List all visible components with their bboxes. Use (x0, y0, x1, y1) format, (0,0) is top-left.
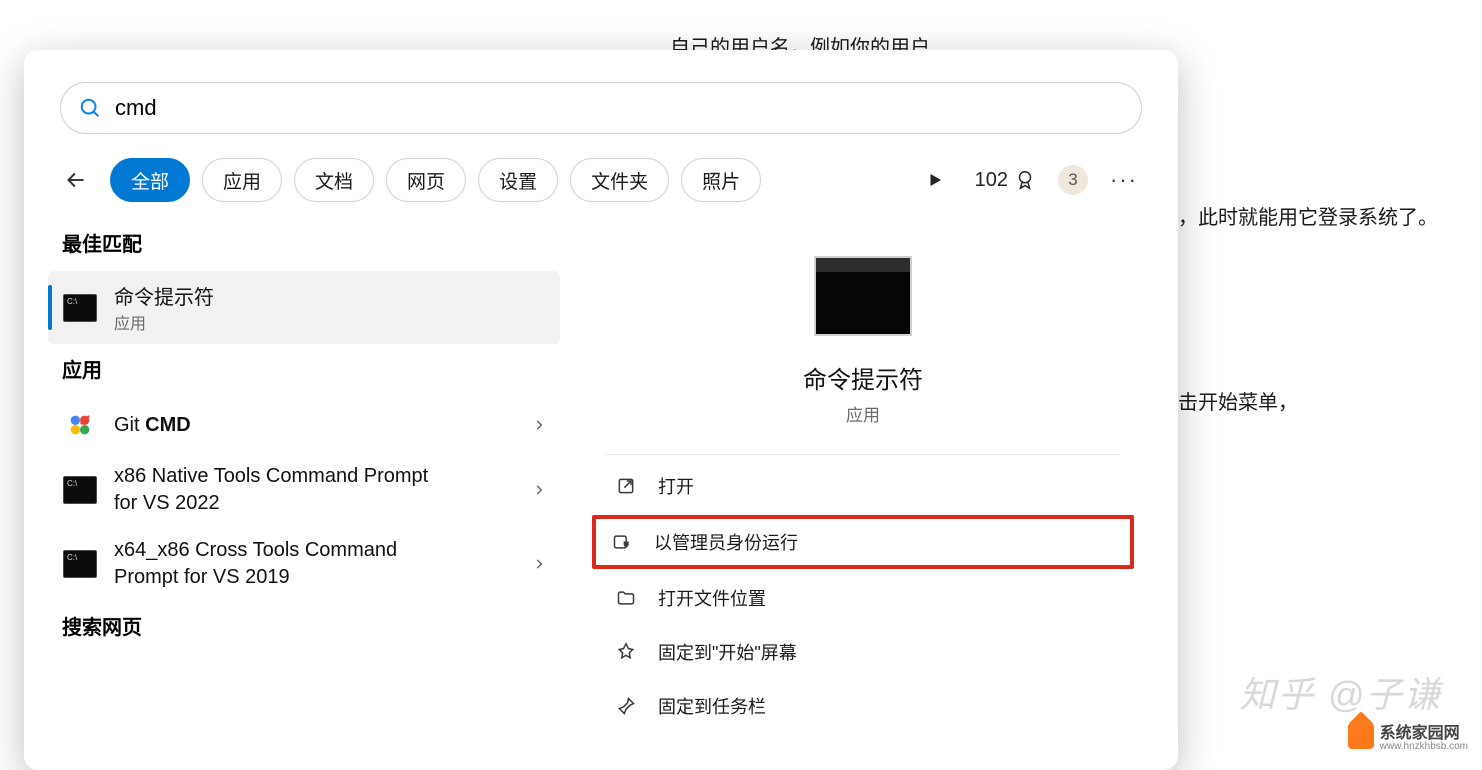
details-right-pane: 命令提示符 应用 打开 以管理员身份运行 打开文件位置 (572, 218, 1154, 758)
divider (606, 454, 1120, 455)
filter-tab-documents[interactable]: 文档 (294, 158, 374, 202)
notification-badge[interactable]: 3 (1058, 165, 1088, 195)
action-pin-taskbar[interactable]: 固定到任务栏 (596, 681, 1130, 731)
result-title: 命令提示符 (114, 281, 214, 310)
open-icon (614, 476, 638, 496)
cmd-large-icon (814, 256, 912, 336)
rewards-points-value: 102 (975, 169, 1008, 192)
results-left-pane: 最佳匹配 命令提示符 应用 应用 Git CMD (48, 218, 560, 758)
apps-header: 应用 (62, 354, 546, 383)
search-input[interactable] (115, 95, 1123, 121)
action-pin-start[interactable]: 固定到"开始"屏幕 (596, 627, 1130, 677)
action-label: 固定到"开始"屏幕 (658, 639, 797, 665)
more-icon[interactable]: ··· (1100, 167, 1148, 193)
search-bar[interactable] (60, 82, 1142, 134)
action-label: 打开文件位置 (658, 585, 766, 611)
pin-icon (614, 696, 638, 716)
filter-tab-all[interactable]: 全部 (110, 158, 190, 202)
folder-icon (614, 588, 638, 608)
result-app-gitcmd[interactable]: Git CMD (48, 397, 560, 453)
chevron-right-icon (532, 557, 546, 571)
pin-icon (614, 642, 638, 662)
action-open-location[interactable]: 打开文件位置 (596, 573, 1130, 623)
chevron-right-icon (532, 418, 546, 432)
filter-tab-folders[interactable]: 文件夹 (570, 158, 669, 202)
site-watermark-name: 系统家园网 (1380, 725, 1460, 742)
search-icon (79, 97, 101, 119)
cmd-icon (63, 550, 97, 578)
house-icon (1348, 723, 1374, 749)
chevron-right-icon (532, 483, 546, 497)
rewards-points[interactable]: 102 (975, 169, 1036, 192)
filter-tab-photos[interactable]: 照片 (681, 158, 761, 202)
result-subtitle: 应用 (114, 310, 214, 334)
cmd-icon (63, 294, 97, 322)
background-article-line3: 击开始菜单， (1178, 385, 1298, 421)
action-label: 以管理员身份运行 (654, 529, 798, 555)
play-icon[interactable] (917, 162, 953, 198)
git-icon (62, 407, 98, 443)
result-app-vs2019[interactable]: x64_x86 Cross Tools Command Prompt for V… (48, 527, 560, 601)
web-header: 搜索网页 (62, 611, 546, 640)
filter-tab-settings[interactable]: 设置 (478, 158, 558, 202)
filter-row: 全部 应用 文档 网页 设置 文件夹 照片 102 3 ··· (24, 152, 1178, 218)
details-app-subtitle: 应用 (846, 401, 880, 426)
background-article-line2: ，此时就能用它登录系统了。 (1178, 200, 1438, 236)
site-watermark: 系统家园网 www.hnzkhbsb.com (1348, 719, 1468, 752)
site-watermark-url: www.hnzkhbsb.com (1380, 741, 1468, 752)
windows-search-flyout: 全部 应用 文档 网页 设置 文件夹 照片 102 3 ··· 最佳匹配 命令提… (24, 50, 1178, 770)
cmd-icon (63, 476, 97, 504)
rewards-medal-icon (1014, 169, 1036, 191)
action-open[interactable]: 打开 (596, 461, 1130, 511)
best-match-header: 最佳匹配 (62, 228, 546, 257)
zhihu-watermark: 知乎 @子谦 (1239, 666, 1442, 718)
filter-tab-apps[interactable]: 应用 (202, 158, 282, 202)
result-title: x86 Native Tools Command Prompt for VS 2… (114, 463, 434, 517)
action-run-as-admin[interactable]: 以管理员身份运行 (592, 515, 1134, 569)
details-app-title: 命令提示符 (803, 360, 923, 395)
result-best-match[interactable]: 命令提示符 应用 (48, 271, 560, 344)
filter-tab-web[interactable]: 网页 (386, 158, 466, 202)
result-title: x64_x86 Cross Tools Command Prompt for V… (114, 537, 434, 591)
shield-admin-icon (610, 532, 634, 552)
action-label: 固定到任务栏 (658, 693, 766, 719)
result-app-vs2022[interactable]: x86 Native Tools Command Prompt for VS 2… (48, 453, 560, 527)
back-button[interactable] (54, 158, 98, 202)
result-title: Git CMD (114, 414, 191, 437)
action-label: 打开 (658, 473, 694, 499)
